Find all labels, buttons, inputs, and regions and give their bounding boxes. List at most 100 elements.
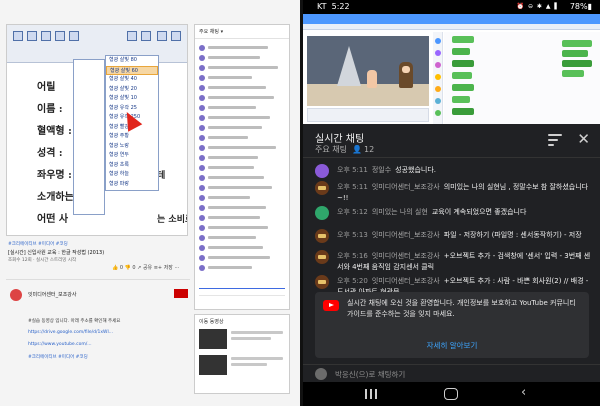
ribbon-icon: [55, 31, 65, 41]
chat-avatar[interactable]: [315, 164, 329, 178]
divider: [6, 279, 190, 280]
submenu-item[interactable]: 형광 살빛 20: [106, 85, 158, 95]
dropdown-item[interactable]: [74, 72, 104, 84]
dropdown-item[interactable]: [74, 96, 104, 108]
chat-avatar: [199, 144, 205, 151]
subscribe-button[interactable]: [174, 289, 188, 298]
chat-avatar: [199, 164, 205, 171]
submenu-item[interactable]: 형광 초록: [106, 161, 158, 171]
related-line: [231, 363, 267, 366]
video-player[interactable]: 어릴 이름 : 혈액형 : 성격 : 좌우명 : 소개하는 어떤 사 테 는 소…: [6, 24, 188, 236]
message-timestamp: 오후 5:16: [337, 252, 368, 260]
chat-avatar: [199, 44, 205, 51]
chat-text-placeholder: [208, 176, 264, 179]
ribbon-icon: [13, 31, 23, 41]
back-icon[interactable]: ‹: [521, 385, 526, 401]
dropdown-item[interactable]: [74, 180, 104, 192]
submenu-item[interactable]: 형광 주황: [106, 132, 158, 142]
message-author[interactable]: 잇미디어센터_보조강사: [372, 231, 440, 239]
submenu-item[interactable]: 형광 살빛 10: [106, 94, 158, 104]
chat-text-placeholder: [208, 256, 270, 259]
chat-mode-selector[interactable]: 주요 채팅 👤 12: [315, 144, 374, 155]
chat-panel-row: [199, 63, 278, 72]
person-icon: 👤: [352, 145, 363, 154]
submenu-item[interactable]: 형광 연두: [106, 151, 158, 161]
dropdown-item[interactable]: [74, 108, 104, 120]
chat-text-placeholder: [208, 136, 248, 139]
chat-avatar: [199, 244, 205, 251]
notice-text: 실시간 채팅에 오신 것을 환영합니다. 개인정보를 보호하고 YouTube …: [347, 299, 576, 318]
chat-avatar: [199, 104, 205, 111]
message-author[interactable]: 잇미디어센터_보조강사: [372, 252, 440, 260]
chat-panel-input[interactable]: [199, 273, 285, 289]
color-dropdown[interactable]: [73, 59, 105, 215]
dropdown-item[interactable]: [74, 168, 104, 180]
palette-category-icon: [435, 86, 441, 92]
message-author[interactable]: 의미있는 나의 실현: [372, 208, 428, 216]
message-author[interactable]: 정일수: [372, 166, 391, 174]
video-tags[interactable]: #크리에이티브 #미디어 #코딩: [8, 241, 68, 247]
related-line: [231, 331, 283, 334]
chat-avatar[interactable]: [315, 206, 329, 220]
doc-line: 혈액형 :: [37, 126, 72, 137]
dropdown-item[interactable]: [74, 156, 104, 168]
related-thumbnail[interactable]: [199, 355, 227, 375]
chat-input-bar[interactable]: 박응신(으)로 채팅하기: [303, 364, 600, 382]
message-author[interactable]: 잇미디어센터_보조강사: [372, 183, 440, 191]
submenu-item[interactable]: 형광 하늘: [106, 170, 158, 180]
video-stats: 조회수 12회 · 실시간 스트리밍 시작: [8, 258, 77, 263]
submenu-item[interactable]: 형광 파랑: [106, 180, 158, 190]
learn-more-link[interactable]: 자세히 알아보기: [315, 340, 589, 351]
chat-panel-row: [199, 123, 262, 132]
description-tags[interactable]: #크리에이티브 #미디어 #코딩: [28, 354, 88, 360]
recents-icon[interactable]: [365, 389, 377, 399]
chat-text-placeholder: [208, 156, 258, 159]
submenu-item[interactable]: 형광 살빛 40: [106, 75, 158, 85]
channel-name[interactable]: 잇미디어센터_보조강사: [28, 291, 77, 298]
chat-input-placeholder[interactable]: 박응신(으)로 채팅하기: [335, 369, 405, 380]
chat-text-placeholder: [208, 96, 274, 99]
video-player-mobile[interactable]: [303, 14, 600, 124]
chat-panel-row: [199, 133, 248, 142]
message-author[interactable]: 잇미디어센터_보조강사: [372, 277, 440, 285]
dropdown-item[interactable]: [74, 144, 104, 156]
video-actions[interactable]: 👍 0 👎 0 ↗ 공유 ≡+ 저장 ⋯: [112, 264, 180, 271]
description-link[interactable]: https://drive.google.com/file/d/1xWl...: [28, 330, 113, 335]
home-icon[interactable]: [444, 388, 458, 400]
chat-avatar: [199, 94, 205, 101]
chat-avatar[interactable]: [315, 250, 329, 264]
doc-line: 성격 :: [37, 148, 63, 159]
desktop-stream-view: 어릴 이름 : 혈액형 : 성격 : 좌우명 : 소개하는 어떤 사 테 는 소…: [0, 0, 300, 406]
chat-avatar[interactable]: [315, 229, 329, 243]
dropdown-item[interactable]: [74, 132, 104, 144]
related-thumbnail[interactable]: [199, 329, 227, 349]
dropdown-item[interactable]: [74, 192, 104, 204]
code-block: [452, 36, 474, 43]
submenu-item[interactable]: 형광 살빛 80: [106, 56, 158, 66]
message-timestamp: 오후 5:20: [337, 277, 368, 285]
chat-panel-header[interactable]: 주요 채팅 ▾: [195, 25, 289, 39]
submenu-item-selected[interactable]: 형광 살빛 60: [106, 65, 158, 75]
word-processor-ribbon: [7, 25, 187, 63]
submenu-item[interactable]: 형광 노랑: [106, 142, 158, 152]
chat-panel-row: [199, 43, 268, 52]
close-icon[interactable]: ✕: [577, 130, 590, 148]
editor-toolbar: [303, 24, 600, 30]
description-link[interactable]: https://www.youtube.com/...: [28, 342, 92, 347]
character-sprite: [367, 70, 377, 88]
filter-icon[interactable]: [548, 134, 562, 146]
channel-avatar[interactable]: [10, 289, 22, 301]
dropdown-item[interactable]: [74, 60, 104, 72]
status-icons: ⏰ ⊖ ✱ ▲ ▌: [516, 3, 560, 10]
dropdown-item[interactable]: [74, 120, 104, 132]
chat-avatar[interactable]: [315, 181, 329, 195]
chat-text-placeholder: [208, 196, 250, 199]
code-block: [562, 70, 584, 77]
ribbon-icon: [127, 31, 137, 41]
chat-avatar[interactable]: [315, 275, 329, 289]
dropdown-item[interactable]: [74, 84, 104, 96]
doc-line: 소개하는: [37, 192, 74, 203]
chat-avatar: [199, 194, 205, 201]
chat-text-placeholder: [208, 166, 254, 169]
chat-message-body: 오후 5:12 의미있는 나의 실현 교육이 계속되었으면 좋겠습니다: [337, 207, 591, 218]
